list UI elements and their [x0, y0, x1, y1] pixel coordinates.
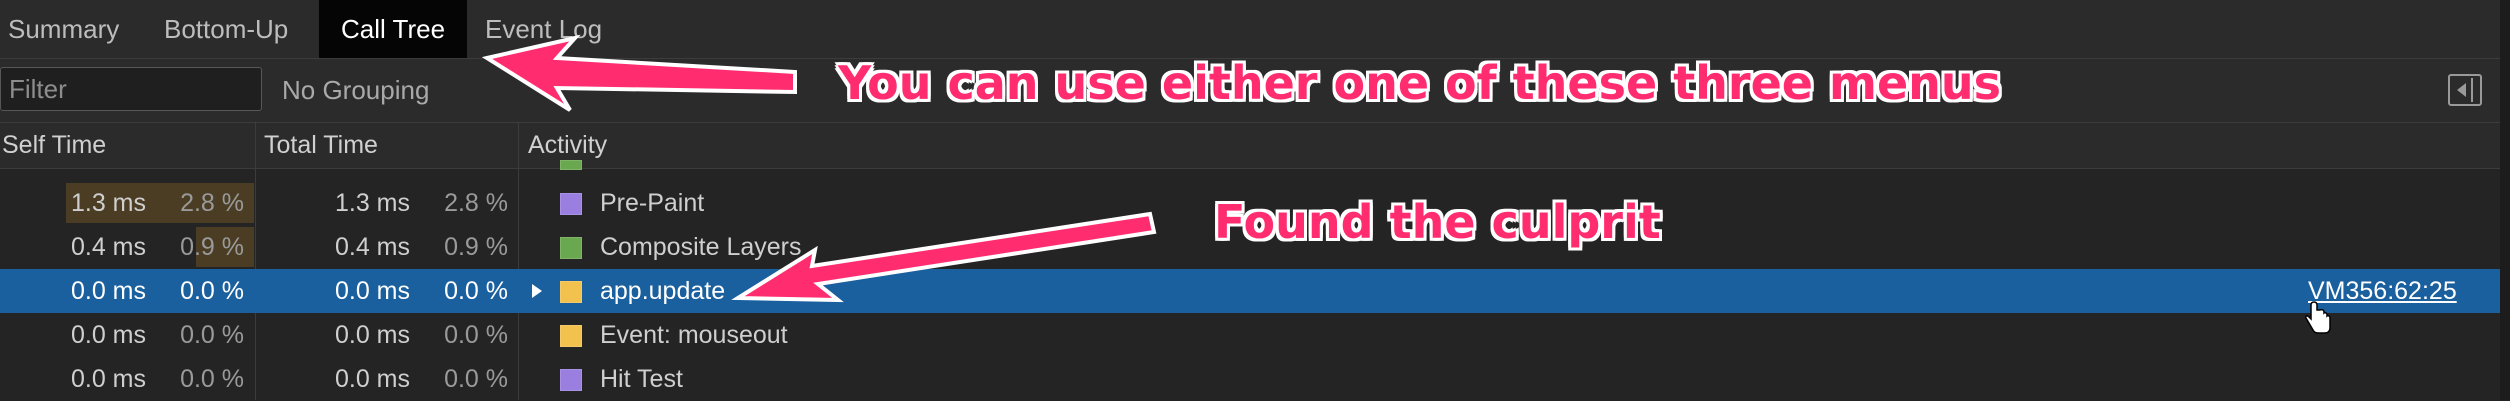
self-time-percent: 0.0 % — [180, 321, 244, 349]
category-swatch — [560, 193, 582, 215]
sidebar-toggle-icon[interactable] — [2448, 74, 2482, 106]
column-header-row: Self Time Total Time Activity — [0, 123, 2510, 169]
self-time-percent: 0.9 % — [180, 233, 244, 261]
total-time-percent: 2.8 % — [444, 189, 508, 217]
self-time-value: 0.0 ms — [70, 277, 146, 305]
activity-name: Event: mouseout — [600, 321, 788, 349]
total-time-percent: 0.0 % — [444, 321, 508, 349]
category-swatch — [560, 369, 582, 391]
total-time-value: 0.4 ms — [334, 233, 410, 261]
total-time-value: 1.3 ms — [334, 189, 410, 217]
activity-name: Pre-Paint — [600, 189, 705, 217]
self-time-value: 0.4 ms — [70, 233, 146, 261]
category-swatch — [560, 237, 582, 259]
divider — [2471, 78, 2473, 102]
tab-bottom-up[interactable]: Bottom-Up — [164, 0, 288, 58]
total-time-value: 0.0 ms — [334, 321, 410, 349]
grouping-dropdown[interactable]: No Grouping — [282, 59, 429, 122]
activity-name: app.update — [600, 277, 726, 305]
category-swatch — [560, 325, 582, 347]
annotation-menus: You can use either one of these three me… — [838, 56, 2002, 110]
expand-arrow-icon[interactable] — [532, 284, 542, 298]
table-row[interactable]: 0.0 ms 0.0 % 0.0 ms 0.0 % Event: mouseou… — [0, 313, 2500, 357]
self-time-percent: 0.0 % — [180, 277, 244, 305]
table-row-selected[interactable]: 0.0 ms 0.0 % 0.0 ms 0.0 % app.update VM3… — [0, 269, 2500, 313]
tab-summary[interactable]: Summary — [8, 0, 119, 58]
total-time-percent: 0.0 % — [444, 277, 508, 305]
self-time-value: 0.0 ms — [70, 365, 146, 393]
total-time-percent: 0.0 % — [444, 365, 508, 393]
partial-row-swatch — [560, 160, 582, 170]
tab-call-tree[interactable]: Call Tree — [319, 0, 468, 58]
tab-event-log[interactable]: Event Log — [485, 0, 602, 58]
total-time-value: 0.0 ms — [334, 365, 410, 393]
triangle-left-icon — [2457, 83, 2466, 97]
category-swatch — [560, 281, 582, 303]
column-total-time[interactable]: Total Time — [264, 123, 378, 168]
total-time-percent: 0.9 % — [444, 233, 508, 261]
self-time-value: 0.0 ms — [70, 321, 146, 349]
self-time-value: 1.3 ms — [70, 189, 146, 217]
column-self-time[interactable]: Self Time — [2, 123, 106, 168]
activity-name: Composite Layers — [600, 233, 802, 261]
total-time-value: 0.0 ms — [334, 277, 410, 305]
tab-bar: Summary Bottom-Up Call Tree Event Log — [0, 0, 2510, 59]
table-row[interactable]: 0.0 ms 0.0 % 0.0 ms 0.0 % Hit Test — [0, 357, 2500, 401]
hand-pointer-icon — [2305, 301, 2331, 334]
right-edge — [2500, 0, 2510, 400]
self-time-percent: 0.0 % — [180, 365, 244, 393]
annotation-culprit: Found the culprit — [1214, 195, 1661, 249]
filter-input[interactable] — [0, 67, 262, 111]
self-time-percent: 2.8 % — [180, 189, 244, 217]
activity-name: Hit Test — [600, 365, 683, 393]
